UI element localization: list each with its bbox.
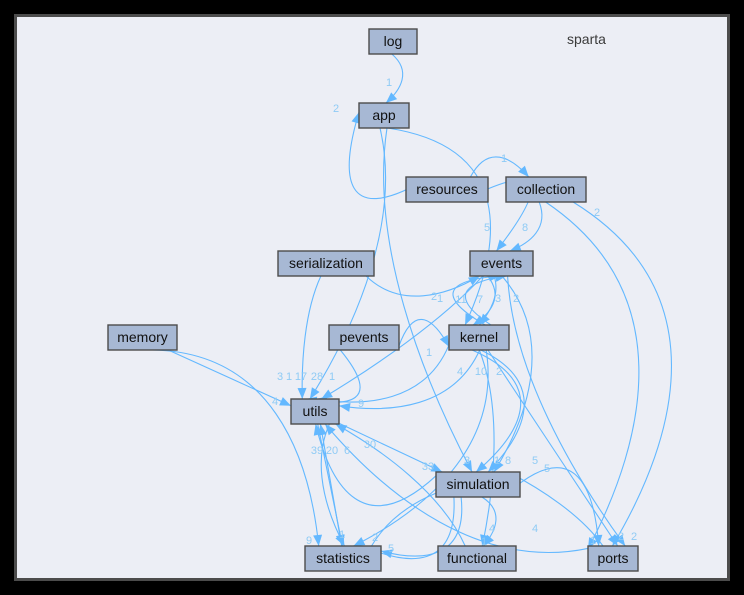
node-log[interactable]: log [368,28,418,55]
node-label-simulation: simulation [446,476,509,492]
edge-label-events-to-ports: 2 [631,531,637,543]
node-label-log: log [384,33,403,49]
edge-label-simulation-to-functional: 4 [489,523,495,535]
edge-label-utils-to-statistics: 1 [339,529,345,541]
edge-label-functional-to-utils: 30 [364,439,376,451]
dependency-graph-svg: 12125 812 11 7 3 214 10 243 1 17 28 1939 20 6 3033 3 1 8 5… [107,28,673,572]
edge-resources-to-collection [469,156,530,178]
edge-label-simulation-to-ports: 1 [590,535,596,547]
node-simulation[interactable]: simulation [435,471,521,498]
edge-label-events-to-kernel: 11 [455,294,466,306]
arrowhead-memory-to-statistics [313,534,323,546]
node-label-serialization: serialization [289,255,363,271]
node-collection[interactable]: collection [505,176,587,203]
edge-label-log-to-app: 1 [386,77,392,89]
node-label-utils: utils [303,403,328,419]
edge-label-memory-to-utils: 4 [272,396,278,408]
edge-label-memory-to-statistics: 9 [306,535,312,547]
edge-label-simulation-to-utils: 39 [311,445,323,457]
edge-simulation-to-utils [315,423,437,507]
edge-label-statistics-to-simulation: 5 [544,463,550,475]
node-utils[interactable]: utils [290,398,340,425]
edge-label-kernel-to-simulation: 4 [457,366,463,378]
edge-label-events-to-simulation: 8 [505,455,511,467]
edge-label-serialization-to-utils: 3 [277,371,283,383]
edge-label-simulation-to-statistics: 2 [372,532,378,544]
edge-label-kernel-to-events: 3 [495,293,501,305]
edge-label-simulation-to-statistics: 5 [388,543,394,555]
node-kernel[interactable]: kernel [448,324,510,351]
edge-label-resources-to-collection: 1 [501,153,507,165]
edge-label-collection-to-ports: 4 [532,523,538,535]
node-functional[interactable]: functional [437,545,517,572]
edge-label-kernel-to-utils: 28 [311,371,323,383]
edge-label-statistics-to-utils: 20 [326,445,338,457]
edge-label-pevents-to-kernel: 1 [426,347,432,359]
node-resources[interactable]: resources [405,176,489,203]
nodes-layer: log app resources collection serialization ev… [107,28,639,572]
edge-label-events-to-utils: 1 [329,371,335,383]
edge-label-ports-to-simulation: 5 [532,455,538,467]
node-label-events: events [481,255,522,271]
node-memory[interactable]: memory [107,324,178,351]
edges-layer [152,53,673,560]
edge-kernel-to-functional [478,349,495,547]
edge-label-collection-to-ports: 2 [594,207,600,219]
edge-label-kernel-to-ports: 2 [618,531,624,543]
node-events[interactable]: events [469,250,534,277]
edge-label-kernel-to-utils: 10 [475,366,487,378]
node-label-app: app [372,107,396,123]
dependency-graph-frame: 1 2 1 2 5 8 1 2 11 7 3 2 1 4 10 2 4 3 1 17 28 1 9 39 20 6 30 33 3 1 8 5… [14,14,730,581]
node-label-functional: functional [447,550,507,566]
edge-label-ports-to-utils: 6 [344,445,350,457]
node-ports[interactable]: ports [587,545,639,572]
node-pevents[interactable]: pevents [328,324,400,351]
node-label-memory: memory [117,329,168,345]
edge-label-pevents-to-utils: 1 [286,371,292,383]
edge-label-serialization-to-events: 1 [437,293,443,305]
edge-utils-to-statistics [317,423,344,547]
node-label-resources: resources [416,181,477,197]
edge-label-kernel-to-events: 2 [513,293,519,305]
edge-label-collection-to-events: 8 [522,222,528,234]
arrowhead-serialization-to-utils [297,387,307,399]
edge-label-utils-to-statistics: 9 [358,398,364,410]
arrowhead-kernel-to-utils [339,402,351,412]
node-statistics[interactable]: statistics [304,545,382,572]
edge-label-resources-to-app: 2 [333,103,339,115]
edge-label-resources-to-events: 5 [484,222,490,234]
node-label-statistics: statistics [316,550,370,566]
node-label-kernel: kernel [460,329,498,345]
node-serialization[interactable]: serialization [277,250,375,277]
edge-label-events-to-kernel: 7 [477,294,483,306]
edge-ports-to-simulation [508,471,604,547]
cluster-title-sparta: sparta [567,31,606,47]
node-label-pevents: pevents [339,329,388,345]
node-label-ports: ports [597,550,628,566]
edge-collection-to-ports [572,201,673,547]
edge-label-kernel-to-statistics: 2 [496,366,502,378]
edge-memory-to-statistics [152,349,320,547]
edge-label-utils-to-simulation: 33 [422,461,434,473]
edge-label-app-to-utils: 17 [295,371,307,383]
node-label-collection: collection [517,181,575,197]
edge-label-kernel-to-simulation: 1 [494,455,500,467]
edge-label-app-to-kernel: 2 [431,291,437,303]
edge-label-app-to-simulation: 3 [464,455,470,467]
node-app[interactable]: app [358,102,410,129]
